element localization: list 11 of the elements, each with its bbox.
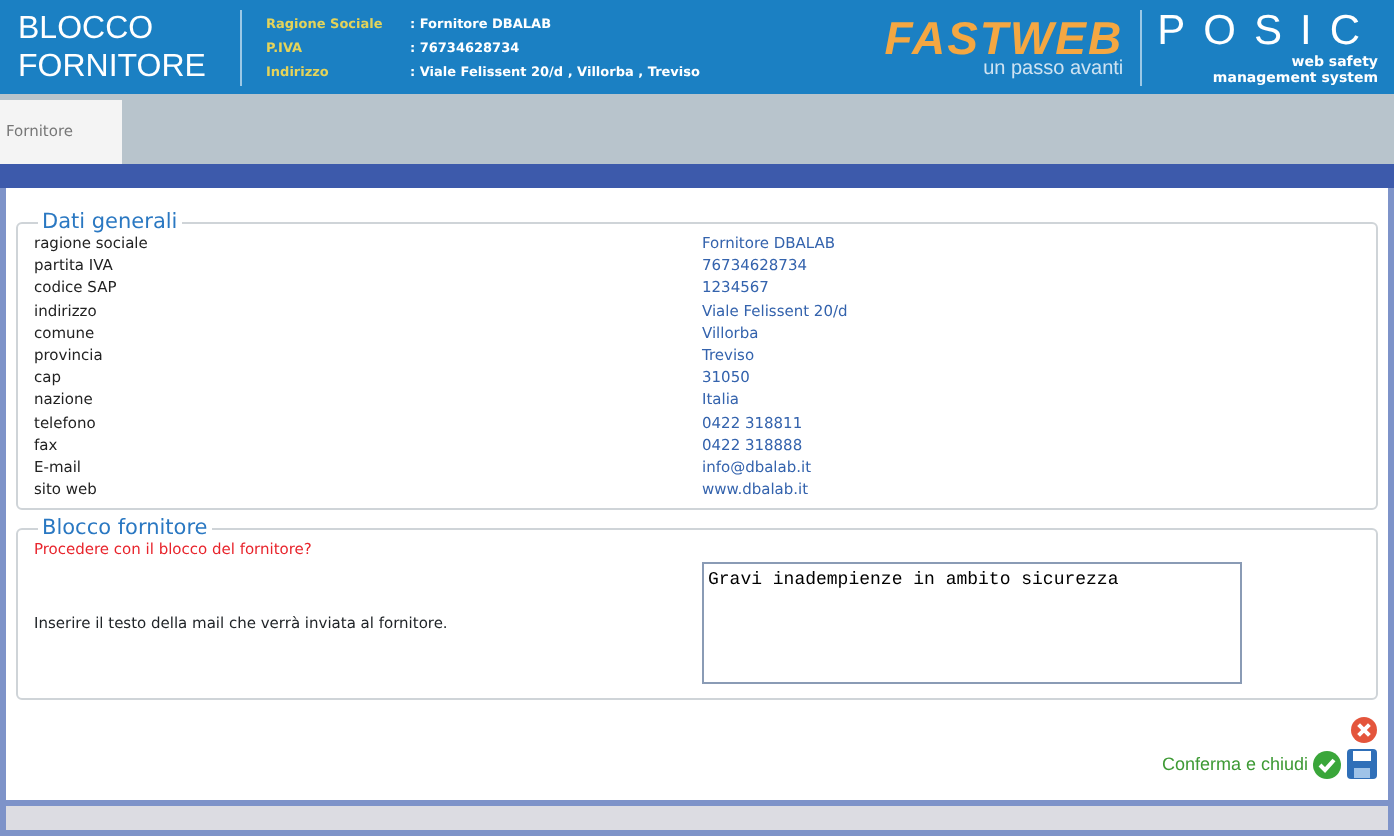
confirm-button[interactable]: Conferma e chiudi	[1161, 749, 1342, 780]
brand-logo: FASTWEB	[884, 15, 1124, 59]
page-title: BLOCCO FORNITORE	[16, 9, 208, 85]
mail-text-field[interactable]: Gravi inadempienze in ambito sicurezza	[702, 562, 1242, 685]
section-legend: Dati generali	[38, 212, 182, 232]
brand-tagline: un passo avanti	[983, 59, 1124, 79]
save-button[interactable]	[1346, 748, 1378, 781]
product-logo: POSIC	[1157, 9, 1378, 53]
close-button[interactable]	[1350, 716, 1378, 745]
section-legend: Blocco fornitore	[38, 518, 212, 539]
check-icon	[1312, 749, 1342, 780]
